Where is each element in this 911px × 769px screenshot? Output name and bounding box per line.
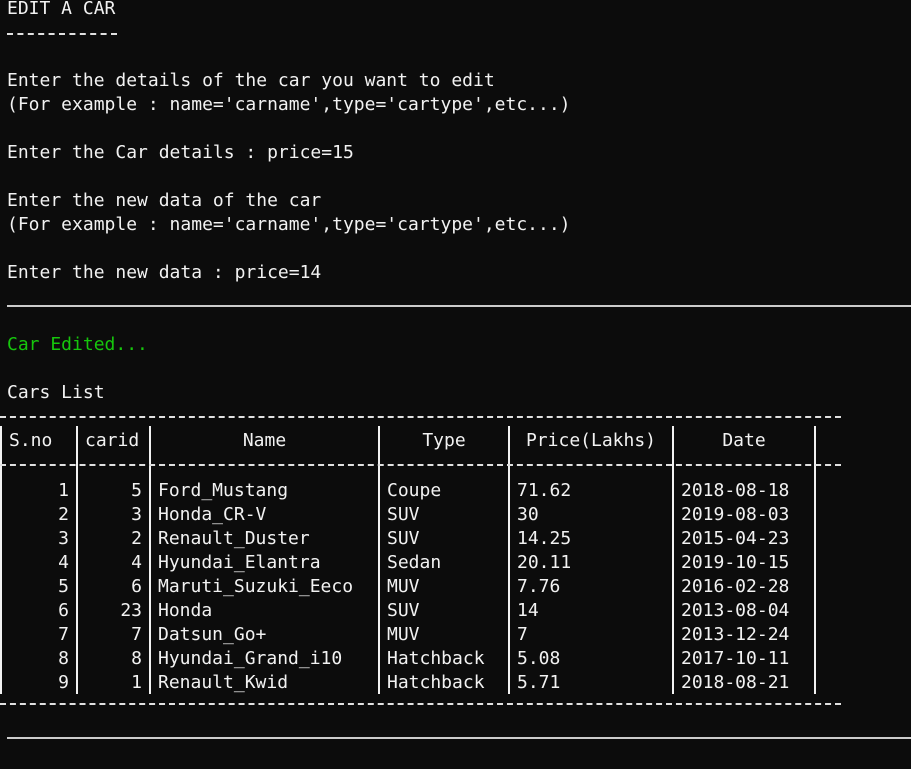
cell-carid: 2 (76, 526, 150, 550)
cell-type: SUV (378, 526, 509, 550)
header-carid: carid (76, 426, 150, 454)
cell-date: 2019-10-15 (672, 550, 816, 574)
car-details-input[interactable]: Enter the Car details : price=15 (7, 141, 354, 165)
table-row: 2 3 Honda_CR-V SUV 30 2019-08-03 (0, 502, 816, 526)
separator-bottom (7, 737, 911, 739)
cell-sno: 5 (0, 574, 77, 598)
cell-sno: 6 (0, 598, 77, 622)
cell-sno: 7 (0, 622, 77, 646)
table-row: 8 8 Hyundai_Grand_i10 Hatchback 5.08 201… (0, 646, 816, 670)
cell-type: MUV (378, 574, 509, 598)
new-data-prompt: Enter the new data of the car (7, 190, 322, 211)
cell-sno: 4 (0, 550, 77, 574)
header-price: Price(Lakhs) (508, 426, 673, 454)
cell-date: 2017-10-11 (672, 646, 816, 670)
cell-date: 2015-04-23 (672, 526, 816, 550)
cell-date: 2018-08-21 (672, 670, 816, 694)
cell-price: 30 (508, 502, 673, 526)
cell-type: Hatchback (378, 646, 509, 670)
new-data-input[interactable]: Enter the new data : price=14 (7, 261, 321, 285)
cell-price: 20.11 (508, 550, 673, 574)
cell-type: Sedan (378, 550, 509, 574)
table-row: 3 2 Renault_Duster SUV 14.25 2015-04-23 (0, 526, 816, 550)
cell-carid: 7 (76, 622, 150, 646)
screen-heading: EDIT A CAR (7, 0, 116, 19)
new-data-example: (For example : name='carname',type='cart… (7, 214, 571, 235)
cell-carid: 4 (76, 550, 150, 574)
cell-sno: 1 (0, 454, 77, 502)
table-header-border (0, 464, 841, 466)
cell-sno: 2 (0, 502, 77, 526)
cell-name: Hyundai_Grand_i10 (149, 646, 379, 670)
cell-date: 2019-08-03 (672, 502, 816, 526)
cell-name: Hyundai_Elantra (149, 550, 379, 574)
cell-price: 14.25 (508, 526, 673, 550)
header-date: Date (672, 426, 816, 454)
cell-price: 71.62 (508, 454, 673, 502)
table-row: 9 1 Renault_Kwid Hatchback 5.71 2018-08-… (0, 670, 816, 694)
header-name: Name (149, 426, 379, 454)
cell-name: Honda_CR-V (149, 502, 379, 526)
cell-name: Renault_Duster (149, 526, 379, 550)
cell-carid: 3 (76, 502, 150, 526)
cell-price: 14 (508, 598, 673, 622)
cell-carid: 6 (76, 574, 150, 598)
table-row: 1 5 Ford_Mustang Coupe 71.62 2018-08-18 (0, 454, 816, 502)
cell-sno: 9 (0, 670, 77, 694)
cell-carid: 8 (76, 646, 150, 670)
cell-date: 2013-08-04 (672, 598, 816, 622)
table-row: 4 4 Hyundai_Elantra Sedan 20.11 2019-10-… (0, 550, 816, 574)
status-message: Car Edited... (7, 334, 148, 355)
heading-underline (7, 33, 117, 35)
table-header-row: S.no carid Name Type Price(Lakhs) Date (0, 426, 816, 454)
header-type: Type (378, 426, 509, 454)
cell-carid: 1 (76, 670, 150, 694)
cell-type: MUV (378, 622, 509, 646)
cell-type: SUV (378, 502, 509, 526)
header-sno: S.no (0, 426, 77, 454)
cell-type: Coupe (378, 454, 509, 502)
cars-table: S.no carid Name Type Price(Lakhs) Date 1… (0, 426, 816, 694)
details-example: (For example : name='carname',type='cart… (7, 94, 571, 115)
cell-sno: 3 (0, 526, 77, 550)
table-bottom-border (0, 703, 841, 705)
cell-sno: 8 (0, 646, 77, 670)
details-prompt: Enter the details of the car you want to… (7, 70, 495, 91)
cell-name: Datsun_Go+ (149, 622, 379, 646)
cell-date: 2018-08-18 (672, 454, 816, 502)
cell-price: 5.08 (508, 646, 673, 670)
cell-carid: 5 (76, 454, 150, 502)
cell-type: SUV (378, 598, 509, 622)
cell-price: 7 (508, 622, 673, 646)
cell-date: 2013-12-24 (672, 622, 816, 646)
cell-price: 5.71 (508, 670, 673, 694)
cell-name: Ford_Mustang (149, 454, 379, 502)
cars-list-title: Cars List (7, 382, 105, 403)
cell-name: Maruti_Suzuki_Eeco (149, 574, 379, 598)
cell-price: 7.76 (508, 574, 673, 598)
table-row: 7 7 Datsun_Go+ MUV 7 2013-12-24 (0, 622, 816, 646)
table-row: 6 23 Honda SUV 14 2013-08-04 (0, 598, 816, 622)
cell-name: Renault_Kwid (149, 670, 379, 694)
cell-name: Honda (149, 598, 379, 622)
cell-carid: 23 (76, 598, 150, 622)
table-top-border (0, 416, 841, 418)
table-row: 5 6 Maruti_Suzuki_Eeco MUV 7.76 2016-02-… (0, 574, 816, 598)
cell-type: Hatchback (378, 670, 509, 694)
separator-top (7, 305, 911, 307)
cell-date: 2016-02-28 (672, 574, 816, 598)
